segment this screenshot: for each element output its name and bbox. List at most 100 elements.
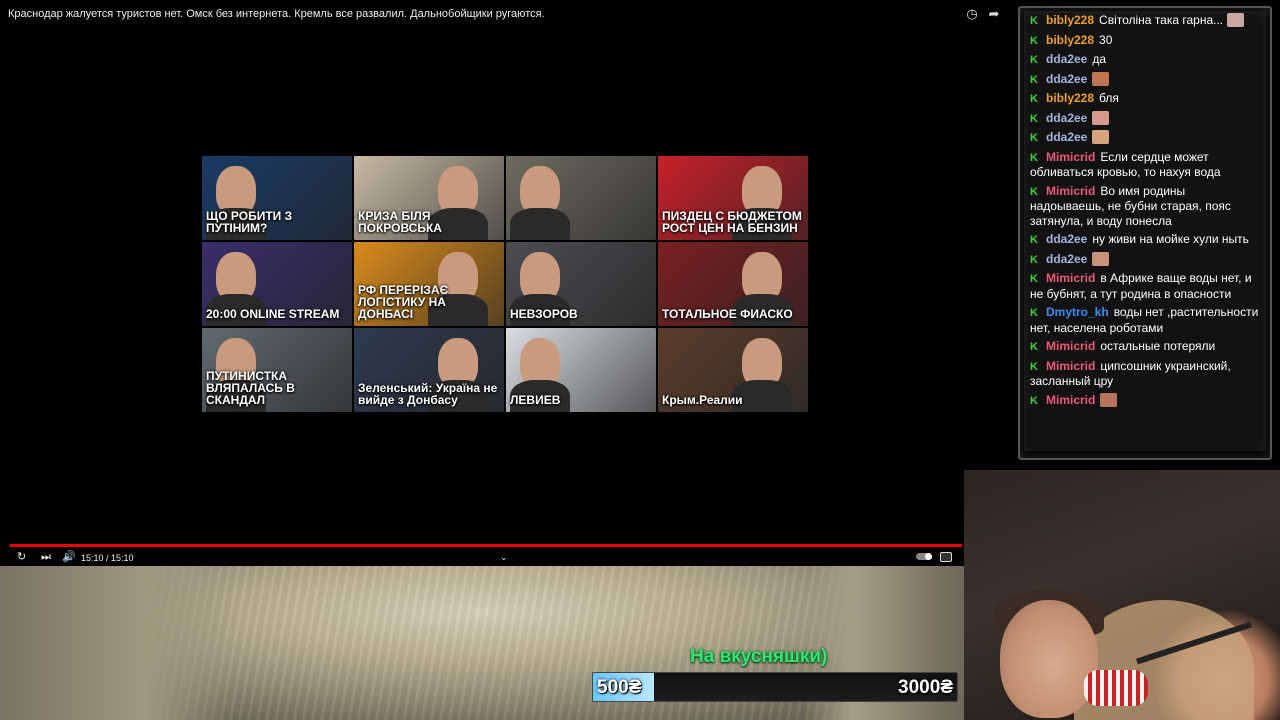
donation-goal-amount: 3000₴ xyxy=(898,677,953,698)
chat-message: K Mimicrid остальные потеряли xyxy=(1024,337,1266,357)
chat-username[interactable]: Mimicrid xyxy=(1046,184,1095,198)
video-title: Краснодар жалуется туристов нет. Омск бе… xyxy=(8,8,545,20)
chat-message: Kdda2ee xyxy=(1024,70,1266,90)
chevron-down-icon[interactable]: ⌄ xyxy=(500,550,508,564)
end-screen-thumbnail[interactable]: НЕВЗОРОВ xyxy=(506,242,656,326)
end-screen-thumbnail[interactable]: ЩО РОБИТИ З ПУТІНИМ? xyxy=(202,156,352,240)
thumbnail-figure xyxy=(510,208,570,240)
chat-text: остальные потеряли xyxy=(1100,339,1216,353)
emote-icon xyxy=(1092,251,1110,266)
chat-message: K Dmytro_kh воды нет ,растительности нет, … xyxy=(1024,303,1266,337)
player-controls: ↻ ⏭ 🔊 15:10 / 15:10 ⌄ xyxy=(0,548,962,566)
end-screen-grid: ЩО РОБИТИ З ПУТІНИМ? КРИЗА БІЛЯ ПОКРОВСЬК… xyxy=(202,156,808,412)
donation-progress-bar: 500₴ 3000₴ xyxy=(592,672,958,702)
end-screen-thumbnail[interactable]: ПИЗДЕЦ С БЮДЖЕТОМ РОСТ ЦЕН НА БЕНЗИН xyxy=(658,156,808,240)
thumbnail-caption: ПУТИНИСТКА ВЛЯПАЛАСЬ В СКАНДАЛ xyxy=(206,369,295,407)
chat-text: Світоліна така гарна... xyxy=(1099,13,1224,27)
end-screen-thumbnail[interactable]: Крым.Реалии xyxy=(658,328,808,412)
kick-badge-icon: K xyxy=(1030,112,1038,125)
kick-badge-icon: K xyxy=(1030,394,1038,407)
thumbnail-caption: РФ ПЕРЕРІЗАЄ ЛОГІСТИКУ НА ДОНБАСІ xyxy=(358,283,449,321)
chat-message: K Mimicrid ципсошник украинский, засланный… xyxy=(1024,357,1266,391)
webcam-feed xyxy=(964,470,1280,720)
kick-badge-icon: K xyxy=(1030,341,1038,353)
end-screen-thumbnail[interactable]: ЛЕВИЕВ xyxy=(506,328,656,412)
chat-username[interactable]: dda2ee xyxy=(1046,130,1087,144)
thumbnail-caption: ЛЕВИЕВ xyxy=(510,393,561,407)
chat-message: K Mimicrid xyxy=(1024,391,1266,411)
chat-message: Kdda2ee xyxy=(1024,109,1266,129)
kick-badge-icon: K xyxy=(1030,54,1038,66)
end-screen-thumbnail[interactable] xyxy=(506,156,656,240)
video-player[interactable]: Краснодар жалуется туристов нет. Омск бе… xyxy=(0,0,1012,566)
end-screen-thumbnail[interactable]: 20:00 ONLINE STREAM xyxy=(202,242,352,326)
emote-icon xyxy=(1227,13,1245,27)
chat-message: Kdda2ee xyxy=(1024,250,1266,270)
kick-badge-icon: K xyxy=(1030,151,1038,164)
kick-badge-icon: K xyxy=(1030,93,1038,105)
chat-message: Kbibly228 30 xyxy=(1024,31,1266,51)
chat-username[interactable]: dda2ee xyxy=(1046,232,1087,246)
volume-icon[interactable]: 🔊 xyxy=(62,550,76,564)
share-icon[interactable]: ➦ xyxy=(987,7,1001,21)
chat-username[interactable]: Mimicrid xyxy=(1046,150,1095,164)
chat-message: Kdda2ee да xyxy=(1024,50,1266,70)
time-display: 15:10 / 15:10 xyxy=(81,553,134,563)
donation-current-amount: 500₴ xyxy=(597,677,642,698)
chat-panel[interactable]: Kbibly228 Світоліна така гарна... Kbibly22… xyxy=(1024,11,1266,451)
kick-badge-icon: K xyxy=(1030,234,1038,246)
thumbnail-caption: Зеленський: Україна не вийде з Донбасу xyxy=(358,381,498,407)
thumbnail-caption: НЕВЗОРОВ xyxy=(510,307,578,321)
kick-badge-icon: K xyxy=(1030,34,1038,47)
chat-username[interactable]: dda2ee xyxy=(1046,111,1087,125)
chat-username[interactable]: Dmytro_kh xyxy=(1046,305,1109,319)
kick-badge-icon: K xyxy=(1030,73,1038,86)
emote-icon xyxy=(1100,392,1118,407)
chat-message: Kdda2ee xyxy=(1024,128,1266,148)
chat-text: да xyxy=(1092,52,1107,66)
watch-later-icon[interactable]: ◷ xyxy=(965,7,979,21)
kick-badge-icon: K xyxy=(1030,253,1038,266)
replay-icon[interactable]: ↻ xyxy=(17,550,26,564)
progress-bar[interactable] xyxy=(10,544,962,547)
subtitles-icon[interactable] xyxy=(940,552,952,562)
chat-username[interactable]: dda2ee xyxy=(1046,252,1087,266)
chat-message: Kdda2ee ну живи на мойке хули ныть xyxy=(1024,230,1266,250)
thumbnail-caption: ЩО РОБИТИ З ПУТІНИМ? xyxy=(206,209,293,235)
kick-badge-icon: K xyxy=(1030,15,1038,27)
kick-badge-icon: K xyxy=(1030,360,1038,373)
kick-badge-icon: K xyxy=(1030,132,1038,144)
emote-icon xyxy=(1092,110,1110,125)
end-screen-thumbnail[interactable]: Зеленський: Україна не вийде з Донбасу xyxy=(354,328,504,412)
chat-text: ну живи на мойке хули ныть xyxy=(1092,232,1249,246)
emote-icon xyxy=(1092,71,1110,86)
emote-icon xyxy=(1092,130,1110,144)
end-screen-thumbnail[interactable]: РФ ПЕРЕРІЗАЄ ЛОГІСТИКУ НА ДОНБАСІ xyxy=(354,242,504,326)
thumbnail-caption: 20:00 ONLINE STREAM xyxy=(206,307,340,321)
chat-username[interactable]: dda2ee xyxy=(1046,72,1087,86)
chat-username[interactable]: bibly228 xyxy=(1046,13,1094,27)
chat-username[interactable]: bibly228 xyxy=(1046,33,1094,47)
chat-username[interactable]: Mimicrid xyxy=(1046,271,1095,285)
chat-message: K Mimicrid Во имя родины надоываешь, не бу… xyxy=(1024,182,1266,231)
end-screen-thumbnail[interactable]: ПУТИНИСТКА ВЛЯПАЛАСЬ В СКАНДАЛ xyxy=(202,328,352,412)
chat-username[interactable]: dda2ee xyxy=(1046,52,1087,66)
microphone xyxy=(1084,670,1148,706)
thumbnail-caption: КРИЗА БІЛЯ ПОКРОВСЬКА xyxy=(358,209,442,235)
kick-badge-icon: K xyxy=(1030,273,1038,285)
chat-username[interactable]: Mimicrid xyxy=(1046,359,1095,373)
chat-username[interactable]: bibly228 xyxy=(1046,91,1094,105)
end-screen-thumbnail[interactable]: ТОТАЛЬНОЕ ФИАСКО xyxy=(658,242,808,326)
chat-text: бля xyxy=(1099,91,1119,105)
end-screen-thumbnail[interactable]: КРИЗА БІЛЯ ПОКРОВСЬКА xyxy=(354,156,504,240)
kick-badge-icon: K xyxy=(1030,185,1038,198)
next-icon[interactable]: ⏭ xyxy=(41,550,51,564)
chat-username[interactable]: Mimicrid xyxy=(1046,393,1095,407)
chat-username[interactable]: Mimicrid xyxy=(1046,339,1095,353)
chat-text: 30 xyxy=(1099,32,1113,47)
thumbnail-caption: ПИЗДЕЦ С БЮДЖЕТОМ РОСТ ЦЕН НА БЕНЗИН xyxy=(662,209,802,235)
autoplay-toggle[interactable] xyxy=(916,553,932,560)
thumbnail-caption: ТОТАЛЬНОЕ ФИАСКО xyxy=(662,307,793,321)
chat-message: Kbibly228 Світоліна така гарна... xyxy=(1024,11,1266,31)
webcam-streamer xyxy=(1000,600,1098,718)
